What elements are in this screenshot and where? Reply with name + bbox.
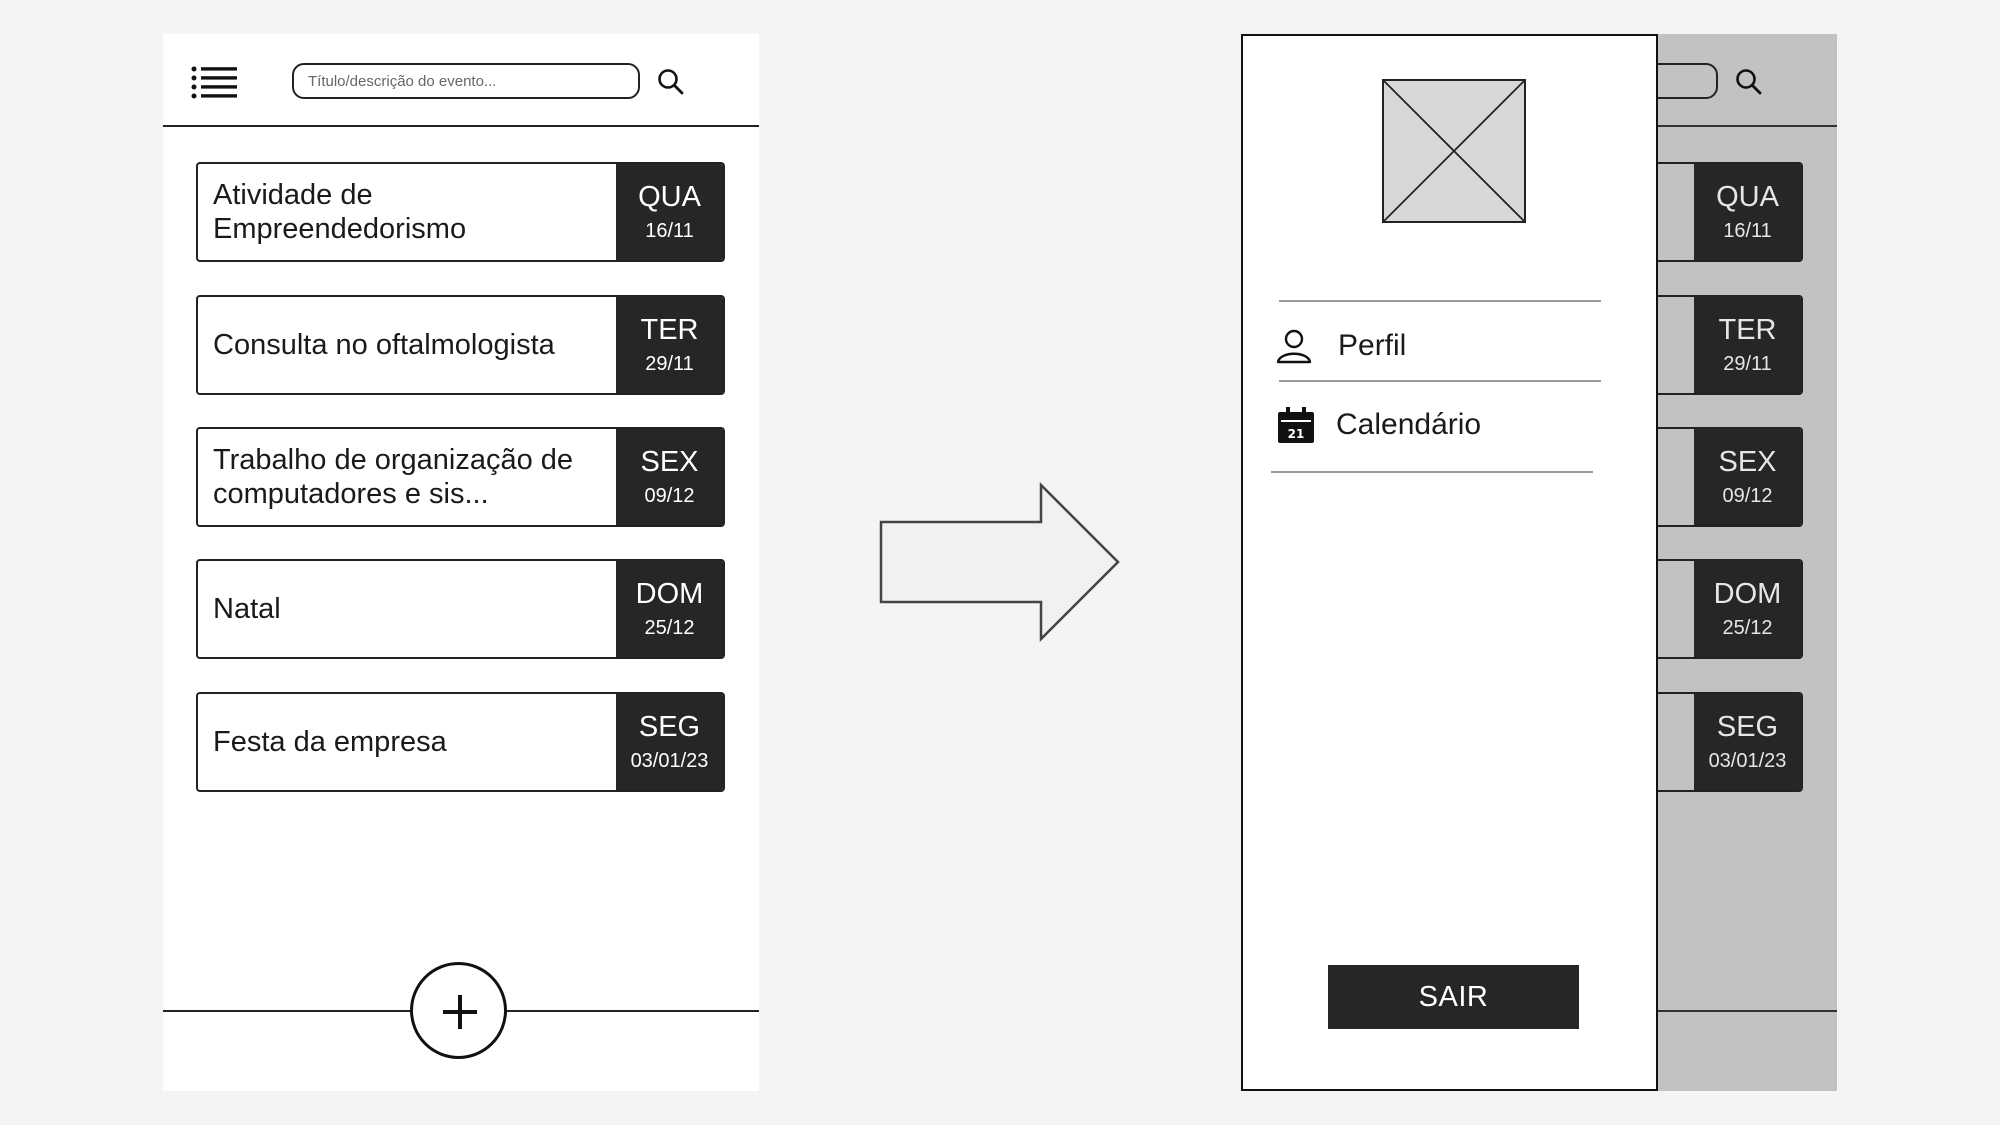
event-weekday: SEG [638,710,701,743]
event-date: 25/12 [644,616,695,639]
profile-image-placeholder [1382,79,1526,223]
event-weekday: DOM [1713,577,1782,610]
event-card[interactable]: Natal DOM 25/12 [196,559,725,659]
event-weekday: QUA [638,180,701,213]
menu-item-label: Calendário [1336,408,1482,441]
menu-divider [1271,471,1593,473]
event-date-badge: QUA 16/11 [1694,164,1801,260]
navigation-drawer: Perfil 21 Calendário SAIR [1241,34,1658,1091]
event-date: 09/12 [1722,484,1773,507]
event-date: 25/12 [1722,616,1773,639]
menu-item-calendario[interactable]: 21 Calendário [1277,401,1481,449]
event-weekday: SEX [640,445,699,478]
calendar-icon: 21 [1278,407,1314,443]
event-date-badge: TER 29/11 [616,297,723,393]
event-weekday: TER [1718,313,1777,346]
event-title: Atividade de Empreendedorismo [213,179,467,245]
event-date: 16/11 [645,219,694,242]
event-date-badge: DOM 25/12 [616,561,723,657]
menu-divider [1279,300,1601,302]
transition-arrow-icon [879,482,1120,642]
events-list-screen: Atividade de Empreendedorismo QUA 16/11 … [163,34,759,1091]
menu-item-label: Perfil [1338,329,1407,362]
event-card[interactable]: Trabalho de organização de computadores … [196,427,725,527]
event-title: Consulta no oftalmologista [213,329,555,361]
event-date: 16/11 [1723,219,1772,242]
event-date-badge: TER 29/11 [1694,297,1801,393]
menu-item-perfil[interactable]: Perfil [1275,322,1406,370]
user-icon [1276,329,1312,364]
event-title: Festa da empresa [213,726,447,758]
top-bar [163,34,759,127]
event-weekday: SEG [1716,710,1779,743]
event-card[interactable]: Consulta no oftalmologista TER 29/11 [196,295,725,395]
event-date: 29/11 [645,352,694,375]
logout-button[interactable]: SAIR [1328,965,1579,1029]
event-weekday: SEX [1718,445,1777,478]
event-date-badge: QUA 16/11 [616,164,723,260]
event-date-badge: SEG 03/01/23 [616,694,723,790]
menu-icon[interactable] [191,66,237,100]
add-event-button[interactable] [410,962,507,1059]
svg-text:21: 21 [1288,427,1305,441]
event-date-badge: SEG 03/01/23 [1694,694,1801,790]
event-weekday: QUA [1716,180,1779,213]
event-date: 03/01/23 [630,749,709,772]
event-date-badge: SEX 09/12 [616,429,723,525]
event-card[interactable]: Atividade de Empreendedorismo QUA 16/11 [196,162,725,262]
event-date: 09/12 [644,484,695,507]
search-input[interactable] [292,63,640,99]
search-icon[interactable] [656,67,686,97]
menu-divider [1279,380,1601,382]
event-title: Trabalho de organização de computadores … [213,444,574,510]
event-date: 03/01/23 [1708,749,1787,772]
event-date: 29/11 [1723,352,1772,375]
event-date-badge: SEX 09/12 [1694,429,1801,525]
event-weekday: DOM [635,577,704,610]
event-weekday: TER [640,313,699,346]
event-card[interactable]: Festa da empresa SEG 03/01/23 [196,692,725,792]
event-title: Natal [213,593,281,625]
search-icon [1736,69,1762,95]
event-date-badge: DOM 25/12 [1694,561,1801,657]
